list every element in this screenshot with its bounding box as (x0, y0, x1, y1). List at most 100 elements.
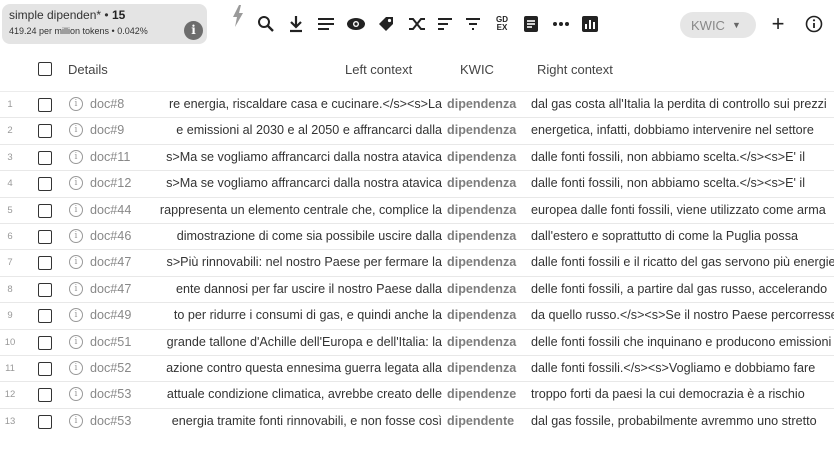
kwic-keyword[interactable]: dipendenza (447, 229, 516, 243)
kwic-keyword[interactable]: dipendenza (447, 255, 516, 269)
eye-icon[interactable] (344, 12, 368, 36)
row-checkbox[interactable] (38, 124, 52, 139)
shuffle-icon[interactable] (405, 12, 429, 36)
table-row[interactable]: 10 i doc#51 grande tallone d'Achille dell'E… (0, 328, 834, 355)
info-icon[interactable]: i (69, 413, 83, 428)
row-checkbox[interactable] (38, 256, 52, 271)
doc-link[interactable]: doc#49 (90, 308, 131, 322)
info-icon[interactable] (802, 12, 826, 36)
left-context: e emissioni al 2030 e al 2050 e affranca… (176, 123, 442, 138)
right-context-cell: dal gas costa all'Italia la perdita di c… (531, 92, 834, 117)
gdex-icon[interactable]: GD EX (490, 12, 514, 36)
kwic-keyword[interactable]: dipendenza (447, 150, 516, 164)
table-row[interactable]: 7 i doc#47 s>Più rinnovabili: nel nostro Pa… (0, 249, 834, 275)
doc-link[interactable]: doc#51 (90, 335, 131, 349)
select-all-checkbox[interactable] (38, 62, 52, 76)
kwic-keyword[interactable]: dipendenza (447, 176, 516, 190)
doc-link[interactable]: doc#9 (90, 123, 124, 137)
table-row[interactable]: 8 i doc#47 ente dannosi per far uscire il n… (0, 275, 834, 302)
right-context: dal gas fossile, probabilmente avremmo u… (531, 413, 817, 428)
row-checkbox[interactable] (38, 98, 52, 112)
left-context-cell: s>Più rinnovabili: nel nostro Paese per … (137, 250, 442, 275)
view-mode-select[interactable]: KWIC ▼ (680, 12, 756, 38)
row-number: 1 (7, 99, 13, 110)
table-row[interactable]: 2 i doc#9 e emissioni al 2030 e al 2050 e a… (0, 117, 834, 143)
info-icon[interactable]: i (69, 281, 83, 296)
doc-link[interactable]: doc#44 (90, 203, 131, 217)
doc-link[interactable]: doc#52 (90, 361, 131, 375)
right-context-cell: da quello russo.</s><s>Se il nostro Paes… (531, 303, 834, 328)
table-row[interactable]: 1 i doc#8 re energia, riscaldare casa e cuc… (0, 91, 834, 117)
table-row[interactable]: 13 i doc#53 energia tramite fonti rinnovabi… (0, 407, 834, 434)
ellipsis-icon[interactable] (549, 12, 573, 36)
left-context: s>Ma se vogliamo affrancarci dalla nostr… (166, 176, 442, 191)
row-checkbox[interactable] (38, 335, 52, 350)
table-row[interactable]: 6 i doc#46 dimostrazione di come sia possib… (0, 222, 834, 249)
info-icon[interactable]: i (69, 360, 83, 375)
doc-link[interactable]: doc#46 (90, 229, 131, 243)
row-checkbox[interactable] (38, 414, 52, 429)
filter-icon[interactable] (461, 12, 485, 36)
kwic-keyword[interactable]: dipendenze (447, 387, 516, 401)
kwic-keyword[interactable]: dipendenza (447, 308, 516, 322)
row-checkbox[interactable] (38, 229, 52, 244)
query-summary[interactable]: simple dipenden* • 15 419.24 per million… (2, 4, 207, 44)
info-icon[interactable]: i (69, 334, 83, 349)
table-row[interactable]: 11 i doc#52 azione contro questa ennesima g… (0, 354, 834, 381)
info-icon[interactable]: i (69, 228, 83, 243)
table-row[interactable]: 3 i doc#11 s>Ma se vogliamo affrancarci dal… (0, 143, 834, 170)
label-icon[interactable] (374, 12, 398, 36)
doc-link[interactable]: doc#53 (90, 387, 131, 401)
sort-icon[interactable] (433, 12, 457, 36)
document-icon[interactable] (519, 12, 543, 36)
doc-link[interactable]: doc#47 (90, 255, 131, 269)
info-icon[interactable]: i (69, 97, 83, 111)
row-number: 4 (7, 178, 13, 190)
info-icon[interactable]: i (69, 176, 83, 191)
info-icon[interactable]: i (69, 308, 83, 323)
table-row[interactable]: 5 i doc#44 rappresenta un elemento centrale… (0, 196, 834, 223)
header-kwic[interactable]: KWIC (460, 62, 494, 77)
header-left-context[interactable]: Left context (345, 62, 412, 77)
doc-link[interactable]: doc#8 (90, 97, 124, 111)
left-context: attuale condizione climatica, avrebbe cr… (166, 387, 442, 402)
kwic-keyword[interactable]: dipendenza (447, 335, 516, 349)
kwic-keyword[interactable]: dipendente (447, 414, 514, 428)
chart-icon[interactable] (578, 12, 602, 36)
search-icon[interactable] (254, 12, 278, 36)
info-icon[interactable]: i (69, 255, 83, 270)
kwic-keyword[interactable]: dipendenza (447, 361, 516, 375)
doc-link[interactable]: doc#53 (90, 414, 131, 428)
kwic-keyword[interactable]: dipendenza (447, 97, 516, 111)
info-icon[interactable]: i (69, 387, 83, 402)
row-number: 8 (7, 283, 13, 295)
kwic-keyword[interactable]: dipendenza (447, 282, 516, 296)
row-checkbox[interactable] (38, 309, 52, 324)
row-checkbox[interactable] (38, 203, 52, 218)
doc-link[interactable]: doc#12 (90, 176, 131, 190)
table-row[interactable]: 12 i doc#53 attuale condizione climatica, a… (0, 381, 834, 407)
kwic-keyword[interactable]: dipendenza (447, 123, 516, 137)
kwic-keyword[interactable]: dipendenza (447, 203, 516, 217)
lines-icon[interactable] (314, 12, 338, 36)
table-row[interactable]: 4 i doc#12 s>Ma se vogliamo affrancarci dal… (0, 170, 834, 196)
row-checkbox[interactable] (38, 177, 52, 192)
doc-link[interactable]: doc#47 (90, 282, 131, 296)
doc-link[interactable]: doc#11 (90, 150, 130, 164)
info-icon[interactable]: i (69, 123, 83, 138)
bolt-icon[interactable] (226, 4, 250, 28)
info-icon[interactable]: i (69, 149, 83, 164)
row-number: 9 (7, 310, 13, 322)
row-number: 5 (7, 204, 13, 216)
row-checkbox[interactable] (38, 361, 52, 376)
left-context: rappresenta un elemento centrale che, co… (159, 202, 442, 217)
row-checkbox[interactable] (38, 388, 52, 403)
row-checkbox[interactable] (38, 282, 52, 297)
row-checkbox[interactable] (38, 150, 52, 165)
header-right-context[interactable]: Right context (537, 62, 613, 77)
table-row[interactable]: 9 i doc#49 to per ridurre i consumi di gas,… (0, 302, 834, 328)
download-icon[interactable] (284, 12, 308, 36)
info-icon[interactable]: i (69, 202, 83, 217)
plus-icon[interactable]: + (766, 11, 790, 36)
query-info-icon[interactable]: i (184, 21, 203, 40)
